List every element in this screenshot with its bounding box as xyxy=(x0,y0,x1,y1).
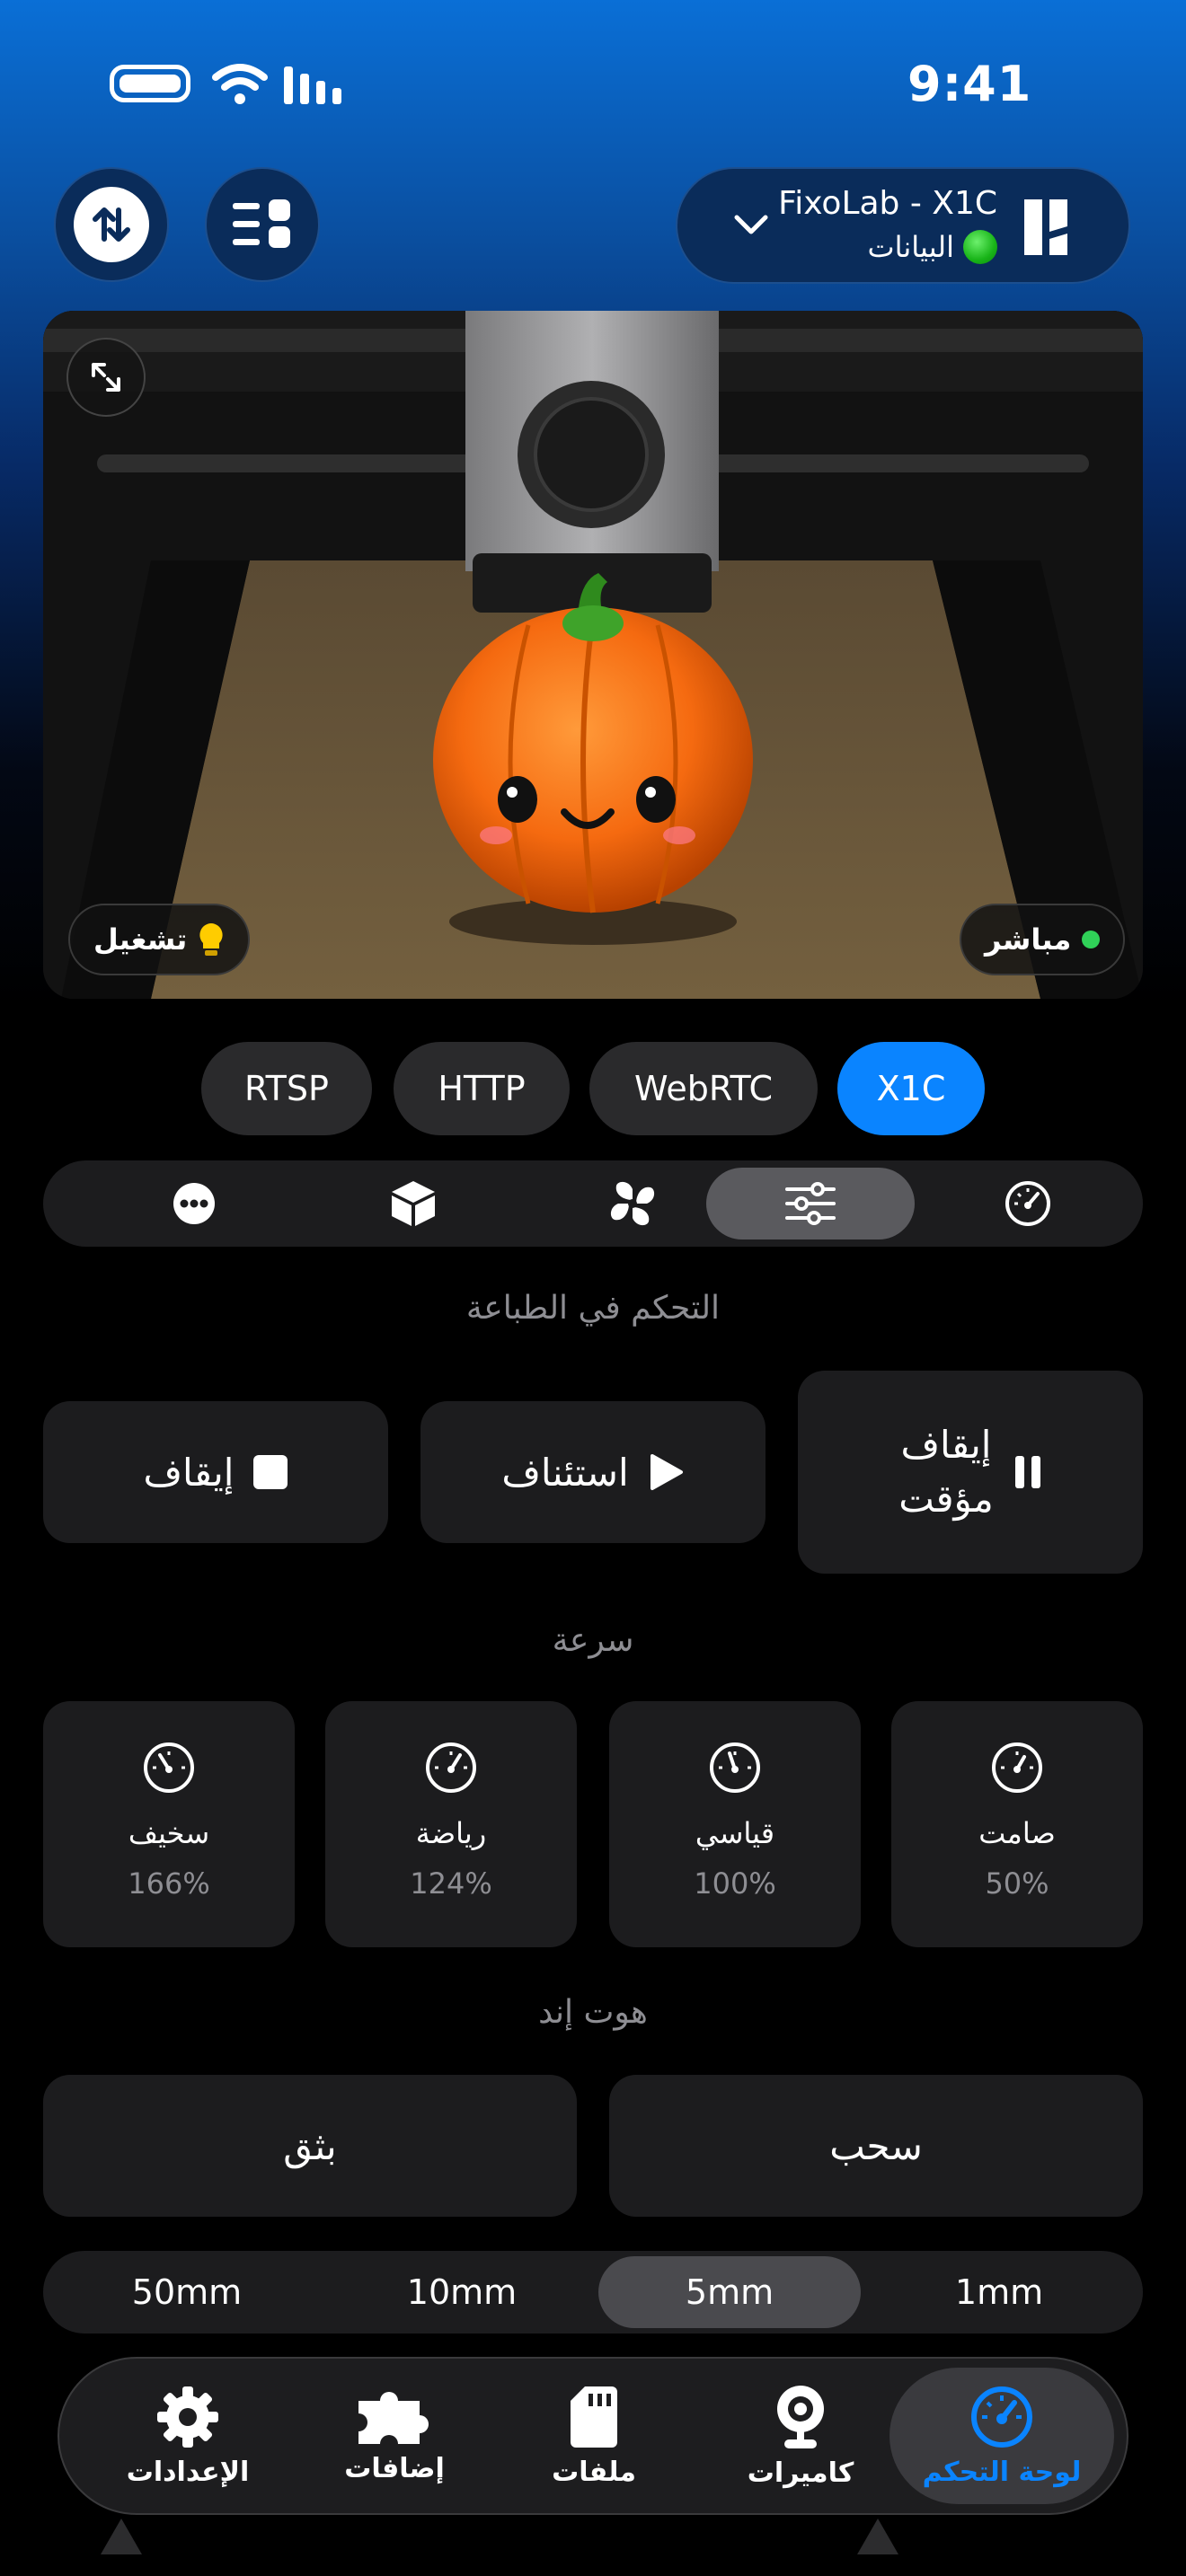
camera-image xyxy=(43,311,1143,999)
speedometer-icon xyxy=(710,1742,760,1793)
speed-mode-ludicrous[interactable]: سخيف 166% xyxy=(43,1701,295,1947)
webcam-icon xyxy=(777,2385,824,2448)
stop-label: إيقاف xyxy=(143,1450,235,1495)
dashboard-icon xyxy=(971,2386,1032,2448)
segment-filament[interactable] xyxy=(309,1168,518,1239)
status-time: 9:41 xyxy=(907,56,1032,112)
gauge-icon xyxy=(1005,1181,1050,1226)
tab-files[interactable]: ملفات xyxy=(482,2368,706,2504)
pause-button[interactable]: إيقاف مؤقت xyxy=(798,1371,1143,1574)
resume-label: استئناف xyxy=(501,1450,629,1495)
tab-label: الإعدادات xyxy=(126,2456,250,2488)
distance-50mm[interactable]: 50mm xyxy=(56,2256,318,2328)
control-category-selector xyxy=(43,1160,1143,1247)
printer-status-label: البيانات xyxy=(867,230,954,264)
pause-label: إيقاف مؤقت xyxy=(898,1418,994,1526)
tab-label: كاميرات xyxy=(747,2457,854,2489)
printer-name: FixoLab - X1C xyxy=(778,185,997,222)
section-title-speed: سرعة xyxy=(552,1622,634,1659)
online-status-dot xyxy=(963,230,997,264)
speed-mode-value: 166% xyxy=(128,1866,210,1901)
pause-icon xyxy=(1014,1456,1040,1488)
light-toggle[interactable]: تشغيل xyxy=(68,904,251,975)
resume-button[interactable]: استئناف xyxy=(420,1401,766,1543)
layout-menu-button[interactable] xyxy=(205,167,320,282)
printer-selector[interactable]: FixoLab - X1C البيانات xyxy=(676,167,1130,284)
printer-brand-logo-icon xyxy=(1024,199,1067,255)
segment-more[interactable] xyxy=(90,1168,298,1239)
speed-mode-name: سخيف xyxy=(128,1816,210,1850)
live-badge: مباشر xyxy=(960,904,1126,975)
speed-mode-value: 50% xyxy=(985,1866,1049,1901)
sliders-icon xyxy=(785,1182,836,1225)
tab-settings[interactable]: الإعدادات xyxy=(75,2368,300,2504)
speed-mode-sport[interactable]: رياضة 124% xyxy=(325,1701,577,1947)
tab-plugins[interactable]: إضافات xyxy=(282,2368,507,2504)
live-dot xyxy=(1082,931,1101,948)
bottom-tab-bar: الإعدادات إضافات ملفات كاميرات لوحة التح… xyxy=(58,2357,1128,2515)
scroll-arrow-left-icon xyxy=(101,2519,142,2554)
speedometer-icon xyxy=(144,1742,194,1793)
camera-feed[interactable] xyxy=(43,311,1143,999)
expand-icon xyxy=(92,363,120,392)
distance-selector: 50mm 10mm 5mm 1mm xyxy=(43,2251,1143,2333)
chevron-down-icon xyxy=(734,215,768,234)
section-title-hotend: هوت إند xyxy=(538,1994,648,2031)
box-icon xyxy=(392,1181,435,1226)
battery-icon xyxy=(110,65,190,102)
stream-tab-http[interactable]: HTTP xyxy=(394,1042,570,1135)
arrows-up-down-icon xyxy=(74,187,149,262)
stream-tab-webrtc[interactable]: WebRTC xyxy=(589,1042,818,1135)
stop-button[interactable]: إيقاف xyxy=(43,1401,388,1543)
printer-status: البيانات xyxy=(868,230,997,264)
segment-controls[interactable] xyxy=(706,1168,915,1239)
distance-1mm[interactable]: 1mm xyxy=(868,2256,1130,2328)
stream-tab-x1c[interactable]: X1C xyxy=(837,1042,985,1135)
lightbulb-icon xyxy=(199,923,223,956)
sync-button[interactable] xyxy=(54,167,169,282)
pause-label-line2: مؤقت xyxy=(898,1477,994,1521)
wifi-icon xyxy=(212,64,268,104)
section-title-printer-control: التحكم في الطباعة xyxy=(465,1290,721,1327)
live-label: مباشر xyxy=(985,922,1072,957)
tab-label: ملفات xyxy=(552,2456,636,2488)
speed-mode-silent[interactable]: صامت 50% xyxy=(891,1701,1143,1947)
extrude-button[interactable]: بثق xyxy=(43,2075,577,2217)
tab-label: لوحة التحكم xyxy=(922,2456,1082,2488)
speed-mode-standard[interactable]: قياسي 100% xyxy=(609,1701,861,1947)
fan-icon xyxy=(610,1181,655,1226)
play-icon xyxy=(650,1454,683,1490)
tab-cameras[interactable]: كاميرات xyxy=(688,2368,913,2504)
light-label: تشغيل xyxy=(93,922,188,957)
speedometer-icon xyxy=(426,1742,476,1793)
more-icon xyxy=(173,1183,215,1224)
stop-icon xyxy=(253,1455,288,1489)
sd-card-icon xyxy=(571,2386,617,2448)
tab-label: إضافات xyxy=(344,2452,445,2484)
retract-button[interactable]: سحب xyxy=(609,2075,1143,2217)
distance-10mm[interactable]: 10mm xyxy=(331,2256,593,2328)
cellular-signal-icon xyxy=(284,66,341,104)
stream-tab-rtsp[interactable]: RTSP xyxy=(201,1042,372,1135)
fullscreen-button[interactable] xyxy=(66,338,146,417)
gear-icon xyxy=(157,2386,218,2448)
segment-dashboard[interactable] xyxy=(924,1168,1132,1239)
puzzle-icon xyxy=(358,2391,429,2444)
scroll-arrow-right-icon xyxy=(857,2519,898,2554)
list-grid-icon xyxy=(233,199,290,248)
speed-mode-value: 124% xyxy=(410,1866,492,1901)
speedometer-icon xyxy=(992,1742,1042,1793)
pause-label-line1: إيقاف xyxy=(900,1423,992,1467)
distance-5mm[interactable]: 5mm xyxy=(598,2256,861,2328)
speed-mode-name: قياسي xyxy=(695,1816,775,1850)
speed-mode-value: 100% xyxy=(694,1866,776,1901)
speed-mode-name: صامت xyxy=(978,1816,1056,1850)
speed-mode-name: رياضة xyxy=(415,1816,487,1850)
tab-dashboard[interactable]: لوحة التحكم xyxy=(890,2368,1114,2504)
